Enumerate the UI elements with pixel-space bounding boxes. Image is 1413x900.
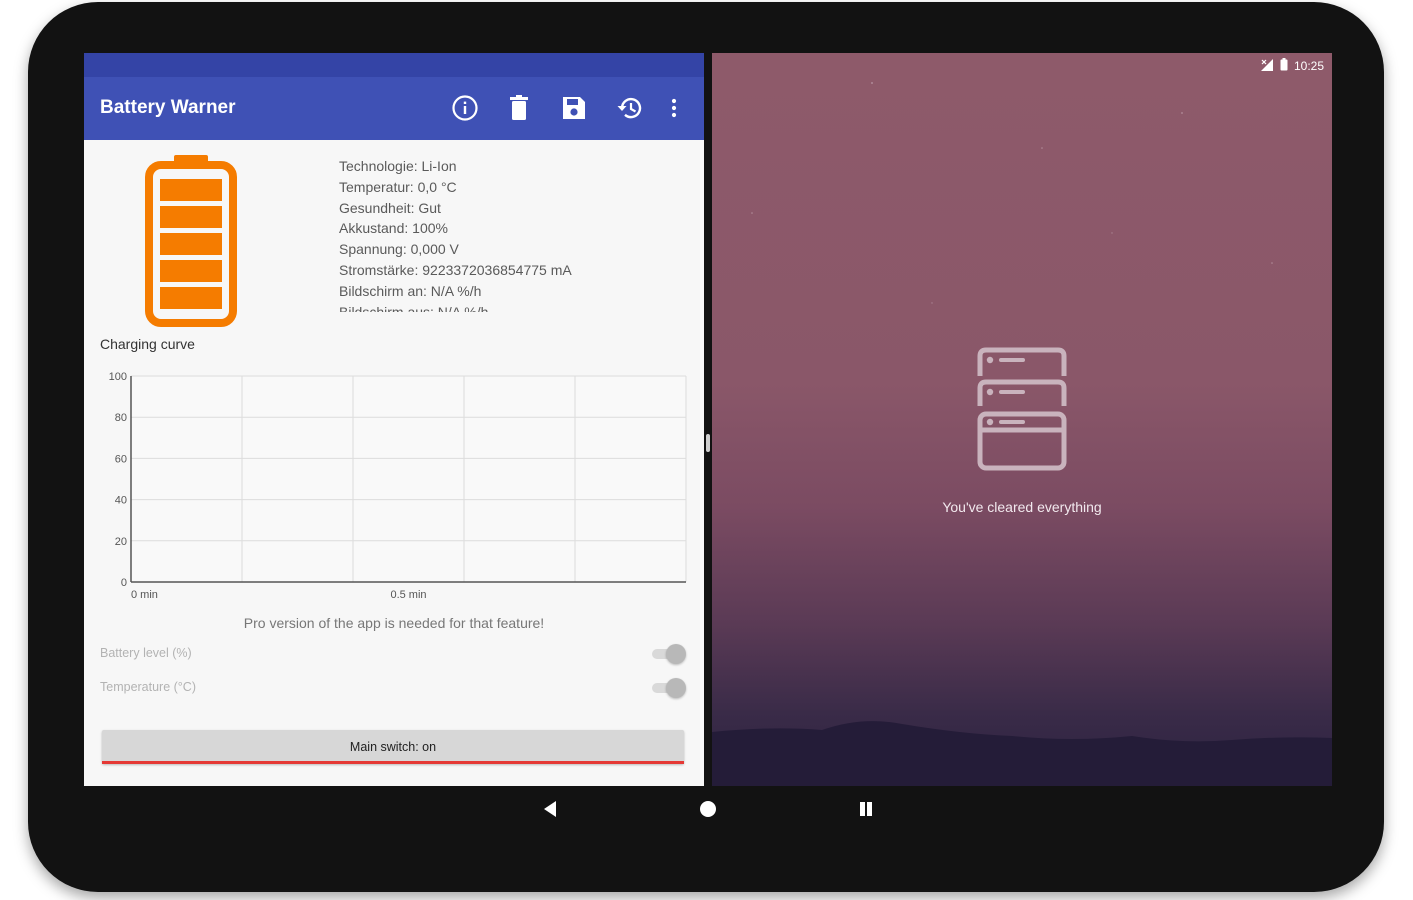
battery-icon [1280, 58, 1288, 74]
info-current: Stromstärke: 9223372036854775 mA [339, 261, 572, 278]
toggle-knob [666, 678, 686, 698]
app-toolbar: Battery Warner [84, 77, 704, 140]
battery-level-toggle[interactable] [652, 644, 688, 664]
chart-y-tick-label: 40 [115, 495, 127, 507]
pro-version-message: Pro version of the app is needed for tha… [243, 615, 545, 631]
charging-curve-chart: 0 20 40 60 80 100 0 min 0.5 min [109, 371, 687, 601]
chart-y-tick-label: 100 [109, 371, 127, 383]
mountain-silhouette [712, 721, 1332, 786]
chart-section-title: Charging curve [100, 336, 195, 352]
info-voltage: Spannung: 0,000 V [339, 241, 459, 258]
battery-full-icon [144, 153, 240, 329]
setting-row-battery-level: Battery level (%) [100, 643, 690, 665]
chart-x-tick-label: 0.5 min [390, 589, 426, 601]
info-screen-off: Bildschirm aus: N/A %/h [339, 303, 489, 312]
app-status-bar [84, 53, 704, 77]
system-status-bar: 10:25 [1260, 58, 1324, 74]
battery-info: Technologie: Li-Ion Temperatur: 0,0 °C G… [339, 156, 689, 312]
history-icon[interactable] [614, 93, 644, 123]
temperature-toggle[interactable] [652, 678, 688, 698]
signal-icon [1260, 58, 1274, 74]
main-switch-indicator [102, 761, 684, 764]
info-health: Gesundheit: Gut [339, 199, 441, 216]
setting-row-temperature: Temperature (°C) [100, 677, 690, 699]
clock: 10:25 [1293, 59, 1324, 73]
save-icon[interactable] [559, 93, 589, 123]
main-switch-label: Main switch: on [349, 740, 437, 754]
home-icon[interactable] [697, 798, 719, 820]
main-switch-button[interactable]: Main switch: on [102, 730, 684, 764]
tablet-screen: Battery Warner Technologie: Li-Ion Tempe… [84, 53, 1332, 786]
recents-icon[interactable] [855, 798, 877, 820]
app-title: Battery Warner [100, 97, 236, 118]
navigation-bar [84, 786, 1332, 832]
info-technology: Technologie: Li-Ion [339, 158, 457, 174]
info-icon[interactable] [450, 93, 480, 123]
chart-y-tick-label: 80 [115, 412, 127, 424]
recents-empty-message: You've cleared everything [942, 499, 1102, 515]
info-level: Akkustand: 100% [339, 220, 448, 237]
delete-icon[interactable] [504, 93, 534, 123]
recents-screen: 10:25 You've cleared everything [712, 53, 1332, 786]
chart-y-tick-label: 20 [115, 536, 127, 548]
info-temperature: Temperatur: 0,0 °C [339, 178, 457, 195]
split-divider-handle[interactable] [706, 434, 710, 452]
setting-label-battery-level: Battery level (%) [100, 646, 192, 660]
stacked-cards-icon [975, 346, 1069, 472]
chart-y-tick-label: 0 [121, 577, 127, 589]
split-divider [704, 53, 712, 786]
setting-label-temperature: Temperature (°C) [100, 680, 196, 694]
chart-x-tick-label: 0 min [131, 589, 158, 601]
battery-warner-app: Battery Warner Technologie: Li-Ion Tempe… [84, 53, 704, 786]
info-screen-on: Bildschirm an: N/A %/h [339, 282, 482, 299]
chart-y-tick-label: 60 [115, 453, 127, 465]
chart-plot-area [131, 376, 686, 582]
back-icon[interactable] [539, 798, 561, 820]
more-vert-icon[interactable] [659, 93, 689, 123]
toggle-knob [666, 644, 686, 664]
